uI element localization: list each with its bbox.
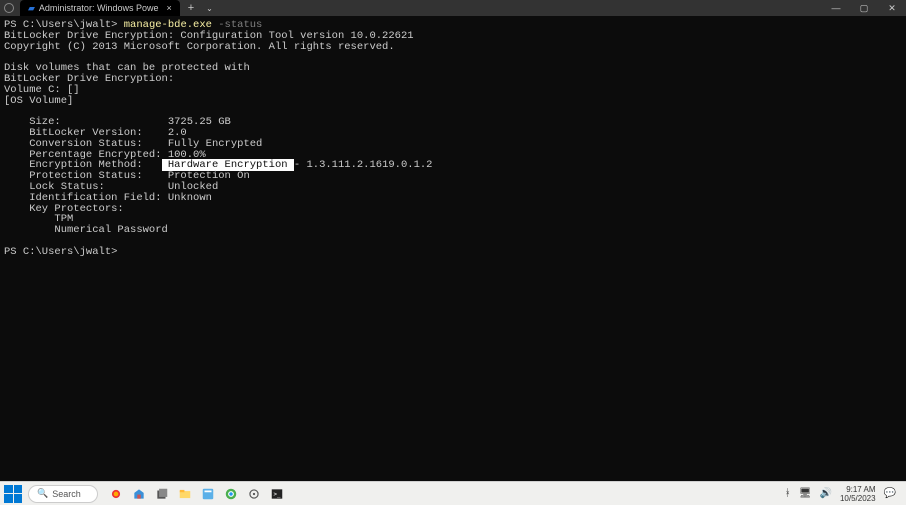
key-protector: Numerical Password [4,225,902,236]
start-button[interactable] [4,485,22,503]
search-input[interactable]: 🔍 Search [28,485,98,503]
settings-icon[interactable] [246,486,262,502]
chrome-icon[interactable] [223,486,239,502]
window-title-bar: ▰ Administrator: Windows Powe × + ⌄ ― ▢ … [0,0,906,16]
svg-text:>_: >_ [274,491,282,497]
field-label: Identification Field: [4,192,162,204]
field-value: Unknown [162,192,212,204]
field-label: Key Protectors: [4,204,902,215]
prompt: PS C:\Users\jwalt> [4,247,902,258]
output-line: Volume C: [] [4,85,902,96]
system-menu-icon[interactable] [4,3,14,13]
terminal-output[interactable]: PS C:\Users\jwalt> manage-bde.exe -statu… [0,16,906,481]
taskbar-app-icon[interactable] [131,486,147,502]
notification-icon[interactable]: 💬 [884,488,896,499]
maximize-button[interactable]: ▢ [850,0,878,16]
search-icon: 🔍 [37,488,48,499]
minimize-button[interactable]: ― [822,0,850,16]
file-explorer-icon[interactable] [177,486,193,502]
tab-dropdown-icon[interactable]: ⌄ [202,4,217,13]
clock[interactable]: 9:17 AM 10/5/2023 [840,485,876,503]
taskbar-app-icon[interactable] [200,486,216,502]
network-icon[interactable]: 🖥 [799,488,812,499]
output-line: Copyright (C) 2013 Microsoft Corporation… [4,42,902,53]
output-line: [OS Volume] [4,96,902,107]
taskbar-app-icon[interactable] [154,486,170,502]
tab-title: Administrator: Windows Powe [39,3,159,13]
taskbar-pinned-apps: >_ [108,486,285,502]
taskbar-right: ᚼ 🖥 🔊 9:17 AM 10/5/2023 💬 [785,485,902,503]
field-value: - 1.3.111.2.1619.0.1.2 [294,159,433,171]
output-line: BitLocker Drive Encryption: Configuratio… [4,31,902,42]
close-button[interactable]: ✕ [878,0,906,16]
powershell-icon: ▰ [28,3,35,14]
date: 10/5/2023 [840,494,876,503]
window-controls: ― ▢ ✕ [822,0,906,16]
taskbar: 🔍 Search >_ ᚼ 🖥 🔊 9:17 AM 10/5/2023 💬 [0,481,906,505]
taskbar-app-icon[interactable] [108,486,124,502]
new-tab-button[interactable]: + [180,2,202,14]
tab-close-icon[interactable]: × [166,3,171,13]
output-line: BitLocker Drive Encryption: [4,74,902,85]
search-placeholder: Search [52,489,81,499]
bluetooth-icon[interactable]: ᚼ [785,488,791,499]
volume-icon[interactable]: 🔊 [820,488,832,499]
time: 9:17 AM [840,485,876,494]
taskbar-left: 🔍 Search >_ [4,485,285,503]
blank-line [4,236,902,247]
terminal-tab[interactable]: ▰ Administrator: Windows Powe × [20,0,180,16]
terminal-app-icon[interactable]: >_ [269,486,285,502]
title-bar-left: ▰ Administrator: Windows Powe × + ⌄ [0,0,217,16]
